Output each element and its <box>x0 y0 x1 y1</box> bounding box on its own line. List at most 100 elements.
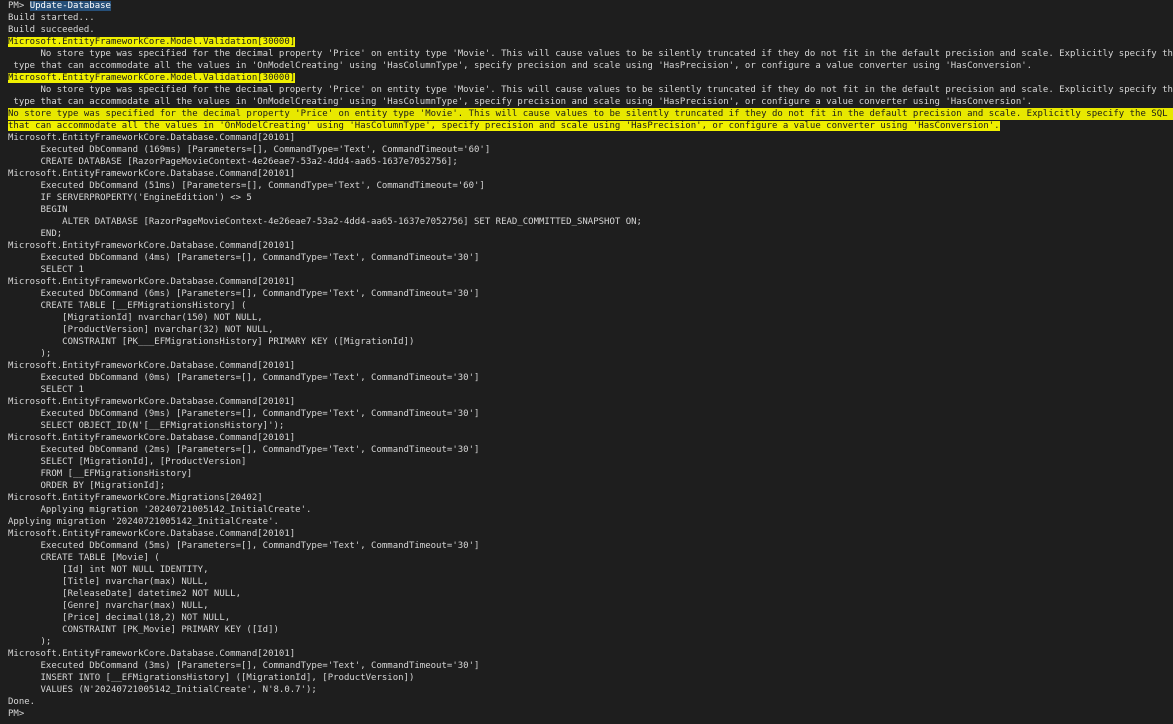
console-line: Microsoft.EntityFrameworkCore.Database.C… <box>8 432 1173 444</box>
line-text: Executed DbCommand (169ms) [Parameters=[… <box>8 145 491 155</box>
line-text: CONSTRAINT [PK___EFMigrationsHistory] PR… <box>8 337 415 347</box>
console-line: Build started... <box>8 12 1173 24</box>
console-line: IF SERVERPROPERTY('EngineEdition') <> 5 <box>8 192 1173 204</box>
line-text: CREATE TABLE [__EFMigrationsHistory] ( <box>8 301 247 311</box>
line-text: [MigrationId] nvarchar(150) NOT NULL, <box>8 313 263 323</box>
console-line: CREATE TABLE [__EFMigrationsHistory] ( <box>8 300 1173 312</box>
console-line: Executed DbCommand (9ms) [Parameters=[],… <box>8 408 1173 420</box>
line-text: Microsoft.EntityFrameworkCore.Database.C… <box>8 277 296 287</box>
console-line: Microsoft.EntityFrameworkCore.Database.C… <box>8 168 1173 180</box>
console-line: CREATE TABLE [Movie] ( <box>8 552 1173 564</box>
console-line: PM> Update-Database <box>8 0 1173 12</box>
console-line: FROM [__EFMigrationsHistory] <box>8 468 1173 480</box>
line-text: Microsoft.EntityFrameworkCore.Migrations… <box>8 493 263 503</box>
console-line: Microsoft.EntityFrameworkCore.Migrations… <box>8 492 1173 504</box>
console-line: ); <box>8 636 1173 648</box>
console-line: Executed DbCommand (169ms) [Parameters=[… <box>8 144 1173 156</box>
console-line: VALUES (N'20240721005142_InitialCreate',… <box>8 684 1173 696</box>
console-line: Done. <box>8 696 1173 708</box>
command-text[interactable]: Update-Database <box>29 1 111 11</box>
line-text: [ReleaseDate] datetime2 NOT NULL, <box>8 589 241 599</box>
line-text: Applying migration '20240721005142_Initi… <box>8 505 312 515</box>
line-text: SELECT OBJECT_ID(N'[__EFMigrationsHistor… <box>8 421 285 431</box>
console-line: type that can accommodate all the values… <box>8 60 1173 72</box>
console-line: ORDER BY [MigrationId]; <box>8 480 1173 492</box>
console-line: [Id] int NOT NULL IDENTITY, <box>8 564 1173 576</box>
console-line: Microsoft.EntityFrameworkCore.Database.C… <box>8 396 1173 408</box>
line-text: Executed DbCommand (4ms) [Parameters=[],… <box>8 253 480 263</box>
line-text: ORDER BY [MigrationId]; <box>8 481 166 491</box>
line-text: Microsoft.EntityFrameworkCore.Database.C… <box>8 169 296 179</box>
highlighted-text: Microsoft.EntityFrameworkCore.Model.Vali… <box>8 37 296 47</box>
line-text: ALTER DATABASE [RazorPageMovieContext-4e… <box>8 217 642 227</box>
console-line: Executed DbCommand (51ms) [Parameters=[]… <box>8 180 1173 192</box>
line-text: FROM [__EFMigrationsHistory] <box>8 469 193 479</box>
line-text: Executed DbCommand (9ms) [Parameters=[],… <box>8 409 480 419</box>
console-line: Microsoft.EntityFrameworkCore.Model.Vali… <box>8 72 1173 84</box>
line-text: [Id] int NOT NULL IDENTITY, <box>8 565 209 575</box>
console-line: Microsoft.EntityFrameworkCore.Database.C… <box>8 240 1173 252</box>
line-text: Microsoft.EntityFrameworkCore.Database.C… <box>8 649 296 659</box>
console-line: Executed DbCommand (5ms) [Parameters=[],… <box>8 540 1173 552</box>
console-line: SELECT 1 <box>8 264 1173 276</box>
console-line: Build succeeded. <box>8 24 1173 36</box>
console-line: No store type was specified for the deci… <box>8 108 1173 120</box>
prompt-label: PM> <box>8 1 30 11</box>
line-text: Build succeeded. <box>8 25 95 35</box>
line-text: CONSTRAINT [PK_Movie] PRIMARY KEY ([Id]) <box>8 625 279 635</box>
console-line: Executed DbCommand (6ms) [Parameters=[],… <box>8 288 1173 300</box>
console-line: CONSTRAINT [PK_Movie] PRIMARY KEY ([Id]) <box>8 624 1173 636</box>
console-line: [Genre] nvarchar(max) NULL, <box>8 600 1173 612</box>
console-line: Microsoft.EntityFrameworkCore.Database.C… <box>8 360 1173 372</box>
line-text: Microsoft.EntityFrameworkCore.Database.C… <box>8 241 296 251</box>
console-line: [Price] decimal(18,2) NOT NULL, <box>8 612 1173 624</box>
console-line: END; <box>8 228 1173 240</box>
line-text: Microsoft.EntityFrameworkCore.Database.C… <box>8 361 296 371</box>
console-line: No store type was specified for the deci… <box>8 84 1173 96</box>
line-text: Executed DbCommand (0ms) [Parameters=[],… <box>8 373 480 383</box>
console-line: Microsoft.EntityFrameworkCore.Database.C… <box>8 528 1173 540</box>
console-line: SELECT [MigrationId], [ProductVersion] <box>8 456 1173 468</box>
line-text: SELECT [MigrationId], [ProductVersion] <box>8 457 247 467</box>
console-line: Microsoft.EntityFrameworkCore.Database.C… <box>8 132 1173 144</box>
console-line: SELECT OBJECT_ID(N'[__EFMigrationsHistor… <box>8 420 1173 432</box>
console-line: Microsoft.EntityFrameworkCore.Model.Vali… <box>8 36 1173 48</box>
console-line: Microsoft.EntityFrameworkCore.Database.C… <box>8 648 1173 660</box>
console-line: CREATE DATABASE [RazorPageMovieContext-4… <box>8 156 1173 168</box>
line-text: CREATE TABLE [Movie] ( <box>8 553 160 563</box>
console-line: BEGIN <box>8 204 1173 216</box>
line-text: No store type was specified for the deci… <box>8 85 1173 95</box>
line-text: Executed DbCommand (3ms) [Parameters=[],… <box>8 661 480 671</box>
console-line: SELECT 1 <box>8 384 1173 396</box>
line-text: Executed DbCommand (6ms) [Parameters=[],… <box>8 289 480 299</box>
console-line: INSERT INTO [__EFMigrationsHistory] ([Mi… <box>8 672 1173 684</box>
line-text: [Genre] nvarchar(max) NULL, <box>8 601 209 611</box>
console-line: PM> <box>8 708 1173 720</box>
console-line: [ReleaseDate] datetime2 NOT NULL, <box>8 588 1173 600</box>
console-line: [Title] nvarchar(max) NULL, <box>8 576 1173 588</box>
line-text: [ProductVersion] nvarchar(32) NOT NULL, <box>8 325 274 335</box>
line-text: Microsoft.EntityFrameworkCore.Database.C… <box>8 529 296 539</box>
line-text: Build started... <box>8 13 95 23</box>
line-text: VALUES (N'20240721005142_InitialCreate',… <box>8 685 317 695</box>
prompt-label: PM> <box>8 709 25 719</box>
line-text: type that can accommodate all the values… <box>8 97 1033 107</box>
console-line: Applying migration '20240721005142_Initi… <box>8 504 1173 516</box>
package-manager-console[interactable]: PM> Update-Database Build started... Build… <box>0 0 1173 724</box>
line-text: CREATE DATABASE [RazorPageMovieContext-4… <box>8 157 458 167</box>
console-line: Microsoft.EntityFrameworkCore.Database.C… <box>8 276 1173 288</box>
highlighted-text: that can accommodate all the values in '… <box>8 121 1000 131</box>
console-line: [ProductVersion] nvarchar(32) NOT NULL, <box>8 324 1173 336</box>
line-text: Microsoft.EntityFrameworkCore.Database.C… <box>8 397 296 407</box>
line-text: [Title] nvarchar(max) NULL, <box>8 577 209 587</box>
line-text: type that can accommodate all the values… <box>8 61 1033 71</box>
console-line: ALTER DATABASE [RazorPageMovieContext-4e… <box>8 216 1173 228</box>
line-text: SELECT 1 <box>8 385 84 395</box>
line-text: ); <box>8 637 52 647</box>
line-text: No store type was specified for the deci… <box>8 49 1173 59</box>
console-line: Executed DbCommand (4ms) [Parameters=[],… <box>8 252 1173 264</box>
console-line: No store type was specified for the deci… <box>8 48 1173 60</box>
line-text: IF SERVERPROPERTY('EngineEdition') <> 5 <box>8 193 252 203</box>
console-line: CONSTRAINT [PK___EFMigrationsHistory] PR… <box>8 336 1173 348</box>
highlighted-text: No store type was specified for the deci… <box>8 109 1173 119</box>
